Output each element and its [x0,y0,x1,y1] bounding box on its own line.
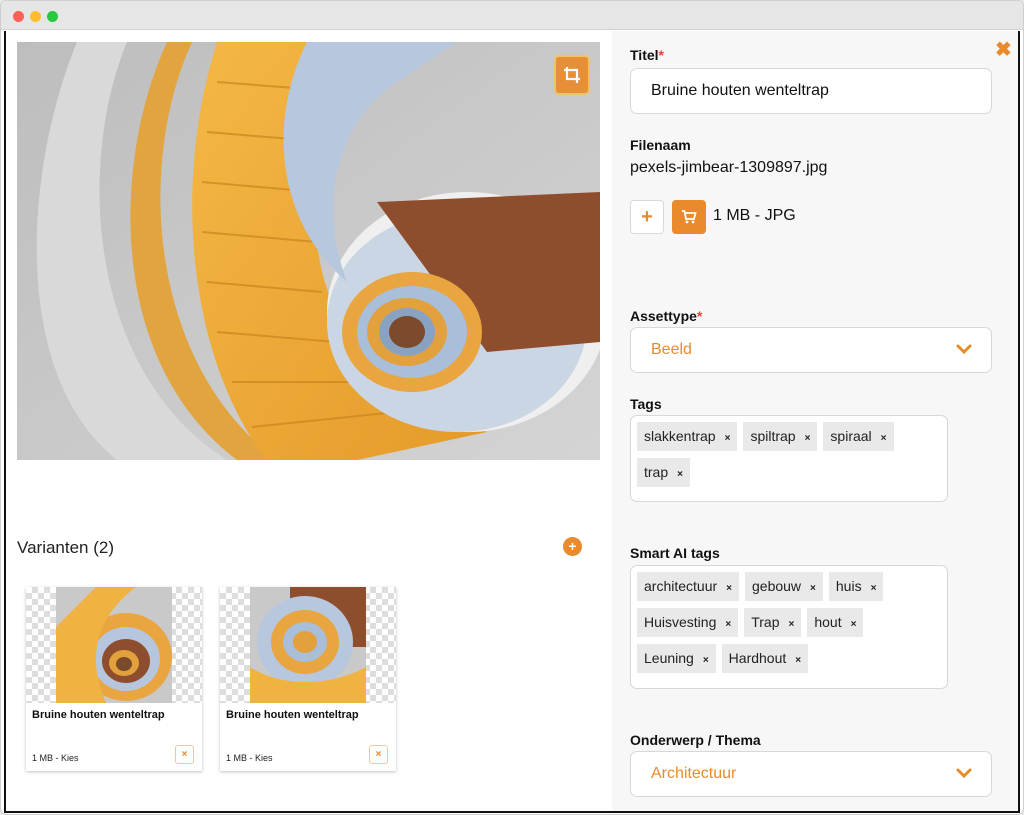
smart-tag-chip[interactable]: architectuur × [637,572,739,601]
tags-label: Tags [630,396,662,412]
smart-tag-chip[interactable]: huis × [828,572,884,601]
remove-variant-button[interactable]: × [369,745,388,764]
tag-remove-icon[interactable]: × [871,583,877,594]
asset-editor: Varianten (2) + Bruine houten wenteltrap [4,31,1020,813]
file-info: 1 MB - JPG [713,207,796,224]
staircase-photo [17,42,600,460]
tag-remove-icon[interactable]: × [805,433,811,444]
smart-tags-field[interactable]: architectuur × gebouw × huis × Huisvesting × Tra… [630,565,948,689]
assettype-select[interactable]: Beeld [630,327,992,373]
add-to-collection-button[interactable]: + [630,200,664,234]
variant-image [250,587,366,703]
tag-chip[interactable]: trap × [637,458,690,487]
close-icon[interactable]: ✖ [995,37,1012,62]
details-panel: ✖ Titel* Bruine houten wenteltrap Filena… [612,31,1018,811]
chevron-down-icon [956,768,972,779]
variant-meta: 1 MB - Kies [32,753,79,763]
title-input[interactable]: Bruine houten wenteltrap [630,68,992,114]
variants-title: Varianten (2) [17,538,115,557]
crop-button[interactable] [554,55,590,95]
variant-card[interactable]: Bruine houten wenteltrap 1 MB - Kies × [26,587,202,771]
tag-chip[interactable]: spiltrap × [743,422,818,451]
tag-remove-icon[interactable]: × [726,583,732,594]
cart-button[interactable] [672,200,706,234]
tag-remove-icon[interactable]: × [677,469,683,480]
window-titlebar [1,1,1023,30]
tag-remove-icon[interactable]: × [789,619,795,630]
tags-field[interactable]: slakkentrap × spiltrap × spiraal × trap × [630,415,948,502]
tag-chip[interactable]: slakkentrap × [637,422,738,451]
cart-icon [682,210,697,224]
minimize-window-button[interactable] [30,11,41,22]
subject-label: Onderwerp / Thema [630,732,761,748]
smart-tag-chip[interactable]: Huisvesting × [637,608,739,637]
subject-value: Architectuur [651,765,737,782]
smart-tags-label: Smart AI tags [630,545,720,561]
variant-thumbnail [220,587,396,703]
variant-image [56,587,172,703]
variant-thumbnail [26,587,202,703]
assettype-value: Beeld [651,341,692,358]
smart-tag-chip[interactable]: Trap × [744,608,802,637]
tag-chip[interactable]: spiraal × [823,422,894,451]
filename-value: pexels-jimbear-1309897.jpg [630,159,828,176]
variant-name: Bruine houten wenteltrap [32,709,165,721]
chevron-down-icon [956,344,972,355]
variant-card[interactable]: Bruine houten wenteltrap 1 MB - Kies × [220,587,396,771]
tag-remove-icon[interactable]: × [881,433,887,444]
smart-tag-chip[interactable]: gebouw × [745,572,823,601]
smart-tag-chip[interactable]: Leuning × [637,644,716,673]
tag-remove-icon[interactable]: × [851,619,857,630]
variant-name: Bruine houten wenteltrap [226,709,359,721]
subject-select[interactable]: Architectuur [630,751,992,797]
tag-remove-icon[interactable]: × [725,619,731,630]
title-label: Titel* [630,47,664,63]
main-image [17,42,600,460]
maximize-window-button[interactable] [47,11,58,22]
smart-tag-chip[interactable]: Hardhout × [721,644,809,673]
filename-label: Filenaam [630,137,691,153]
smart-tag-chip[interactable]: hout × [807,608,864,637]
preview-panel: Varianten (2) + Bruine houten wenteltrap [6,31,612,811]
close-window-button[interactable] [13,11,24,22]
tag-remove-icon[interactable]: × [725,433,731,444]
remove-variant-button[interactable]: × [175,745,194,764]
add-variant-button[interactable]: + [563,537,582,556]
assettype-label: Assettype* [630,308,703,324]
tag-remove-icon[interactable]: × [810,583,816,594]
crop-icon [564,67,580,83]
tag-remove-icon[interactable]: × [703,655,709,666]
variant-meta: 1 MB - Kies [226,753,273,763]
tag-remove-icon[interactable]: × [795,655,801,666]
app-window: Varianten (2) + Bruine houten wenteltrap [0,0,1024,815]
